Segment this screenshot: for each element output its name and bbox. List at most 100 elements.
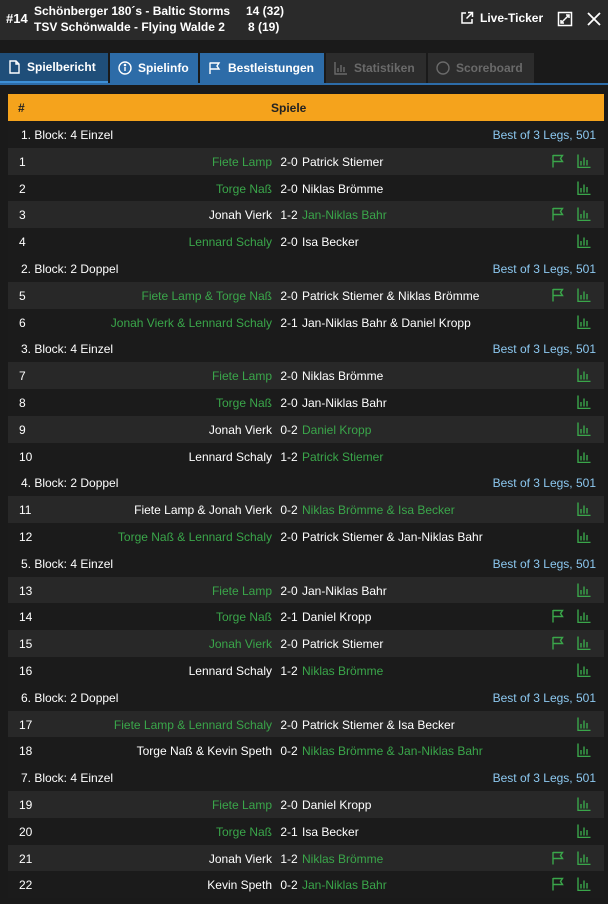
bar-chart-icon[interactable] [577, 315, 591, 329]
table-row[interactable]: 5 Fiete Lamp & Torge Naß 2-0 Patrick Stieme… [8, 281, 604, 309]
best-of-label: Best of 3 Legs, 501 [492, 476, 596, 491]
table-row[interactable]: 14 Torge Naß 2-1 Daniel Kropp [8, 603, 604, 631]
table-row[interactable]: 1 Fiete Lamp 2-0 Patrick Stiemer [8, 147, 604, 175]
home-player: Fiete Lamp & Jonah Vierk [134, 503, 272, 518]
home-player: Lennard Schaly [188, 449, 272, 464]
away-player: Patrick Stiemer [302, 637, 384, 652]
bar-chart-icon[interactable] [577, 663, 591, 677]
bar-chart-icon[interactable] [577, 797, 591, 811]
game-score: 0-2 [280, 503, 298, 518]
best-of-label: Best of 3 Legs, 501 [492, 128, 596, 142]
table-row[interactable]: 12 Torge Naß & Lennard Schaly 2-0 Patrick S… [8, 522, 604, 550]
table-row[interactable]: 4 Lennard Schaly 2-0 Isa Becker [8, 228, 604, 255]
bar-chart-icon[interactable] [577, 502, 591, 517]
away-player: Niklas Brömme [302, 181, 384, 196]
game-score: 0-2 [280, 744, 298, 759]
bar-chart-icon[interactable] [577, 743, 591, 758]
tab-spielinfo[interactable]: Spielinfo [110, 53, 198, 83]
game-score: 2-0 [280, 717, 298, 732]
game-number: 10 [19, 449, 33, 464]
table-body: 1. Block: 4 Einzel Best of 3 Legs, 501 1 Fi… [8, 121, 604, 899]
table-row[interactable]: 22 Kevin Speth 0-2 Jan-Niklas Bahr [8, 871, 604, 899]
bar-chart-icon[interactable] [577, 181, 591, 195]
bar-chart-icon[interactable] [577, 395, 591, 409]
bar-chart-icon[interactable] [577, 422, 591, 436]
flag-icon[interactable] [551, 636, 565, 650]
table-row[interactable]: 9 Jonah Vierk 0-2 Daniel Kropp [8, 415, 604, 443]
table-row[interactable]: 3 Jonah Vierk 1-2 Jan-Niklas Bahr [8, 201, 604, 229]
table-row[interactable]: 21 Jonah Vierk 1-2 Niklas Brömme [8, 844, 604, 872]
table-row[interactable]: 7 Fiete Lamp 2-0 Niklas Brömme [8, 362, 604, 389]
tab-statistiken[interactable]: Statistiken [326, 53, 426, 83]
game-number: 17 [19, 717, 33, 732]
table-row[interactable]: 15 Jonah Vierk 2-0 Patrick Stiemer [8, 630, 604, 657]
bar-chart-icon[interactable] [577, 824, 591, 838]
bar-chart-icon[interactable] [577, 449, 591, 463]
game-number: 14 [19, 610, 33, 625]
live-ticker-link[interactable]: Live-Ticker [460, 11, 543, 25]
flag-icon[interactable] [551, 609, 565, 623]
bar-chart-icon[interactable] [577, 529, 591, 543]
away-player: Patrick Stiemer & Isa Becker [302, 717, 455, 732]
game-score: 1-2 [280, 663, 298, 678]
flag-icon[interactable] [551, 851, 565, 865]
bar-chart-icon[interactable] [577, 368, 591, 383]
bar-chart-icon[interactable] [577, 717, 591, 731]
table-row[interactable]: 6 Jonah Vierk & Lennard Schaly 2-1 Jan-Nikl… [8, 308, 604, 336]
bar-chart-icon[interactable] [577, 154, 591, 168]
game-number: 3 [19, 208, 26, 223]
table-row[interactable]: 2 Torge Naß 2-0 Niklas Brömme [8, 174, 604, 202]
flag-icon[interactable] [551, 154, 565, 168]
table-row[interactable]: 10 Lennard Schaly 1-2 Patrick Stiemer [8, 442, 604, 470]
circle-icon [436, 61, 450, 75]
table-row[interactable]: 19 Fiete Lamp 2-0 Daniel Kropp [8, 790, 604, 818]
match-header: #14 Schönberger 180´s - Baltic Storms TS… [0, 0, 608, 40]
bar-chart-icon[interactable] [577, 207, 591, 222]
bar-chart-icon[interactable] [577, 877, 591, 892]
home-player: Fiete Lamp & Lennard Schaly [113, 717, 272, 732]
home-team-score: 14 (32) [246, 4, 285, 18]
flag-icon[interactable] [551, 207, 565, 221]
home-player: Fiete Lamp [211, 797, 272, 812]
table-row[interactable]: 20 Torge Naß 2-1 Isa Becker [8, 817, 604, 845]
game-score: 2-0 [280, 181, 298, 196]
table-row[interactable]: 11 Fiete Lamp & Jonah Vierk 0-2 Niklas Bröm… [8, 496, 604, 523]
table-row[interactable]: 16 Lennard Schaly 1-2 Niklas Brömme [8, 656, 604, 684]
home-player: Kevin Speth [207, 878, 272, 893]
table-row[interactable]: 8 Torge Naß 2-0 Jan-Niklas Bahr [8, 388, 604, 416]
away-player: Patrick Stiemer & Niklas Brömme [302, 288, 480, 303]
bar-chart-icon[interactable] [577, 234, 591, 249]
flag-icon[interactable] [551, 288, 565, 302]
table-row[interactable]: 18 Torge Naß & Kevin Speth 0-2 Niklas Brömm… [8, 737, 604, 765]
column-header-number: # [18, 101, 25, 115]
tab-spielbericht[interactable]: Spielbericht [0, 53, 108, 83]
away-player: Daniel Kropp [302, 610, 372, 625]
bar-chart-icon[interactable] [577, 609, 591, 624]
game-score: 2-0 [280, 583, 298, 598]
tab-scoreboard[interactable]: Scoreboard [428, 53, 534, 83]
home-team-name: Schönberger 180´s - Baltic Storms [34, 4, 231, 18]
game-number: 22 [19, 878, 33, 893]
game-score: 1-2 [280, 449, 298, 464]
table-row[interactable]: 13 Fiete Lamp 2-0 Jan-Niklas Bahr [8, 576, 604, 604]
column-header-games: Spiele [271, 101, 307, 115]
bar-chart-icon[interactable] [577, 636, 591, 651]
game-score: 0-2 [280, 422, 298, 437]
game-score: 2-0 [280, 288, 298, 303]
game-number: 2 [19, 181, 26, 196]
bar-chart-icon[interactable] [577, 851, 591, 865]
close-icon[interactable] [586, 11, 602, 27]
best-of-label: Best of 3 Legs, 501 [492, 556, 596, 571]
expand-icon[interactable] [557, 11, 573, 27]
live-ticker-label: Live-Ticker [480, 11, 544, 25]
game-number: 8 [19, 395, 26, 410]
bar-chart-icon[interactable] [577, 288, 591, 302]
game-number: 7 [19, 369, 26, 384]
tab-bestleistungen[interactable]: Bestleistungen [200, 53, 324, 83]
table-row[interactable]: 17 Fiete Lamp & Lennard Schaly 2-0 Patrick … [8, 710, 604, 738]
game-number: 13 [19, 583, 33, 598]
bar-chart-icon[interactable] [577, 583, 591, 597]
flag-icon[interactable] [551, 877, 565, 891]
game-number: 19 [19, 797, 33, 812]
home-player: Lennard Schaly [188, 235, 272, 250]
